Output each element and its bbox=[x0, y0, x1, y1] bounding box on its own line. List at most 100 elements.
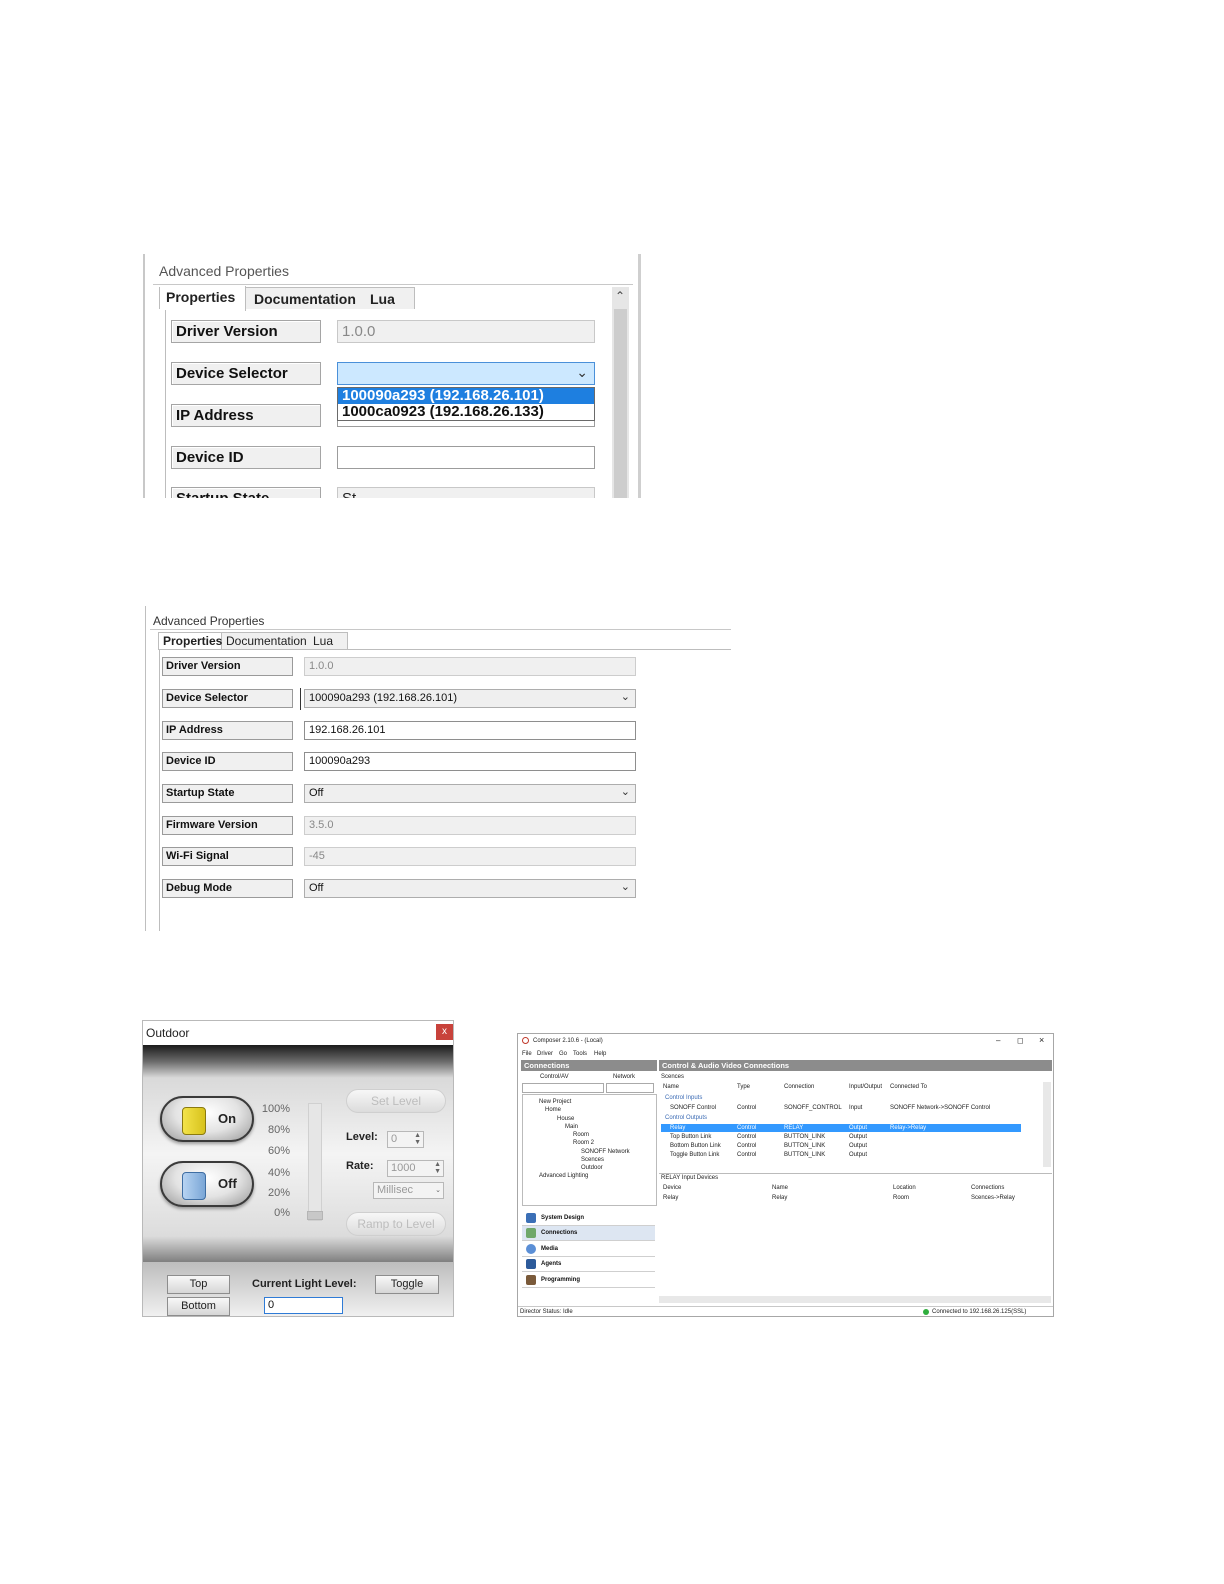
on-button[interactable]: On bbox=[160, 1096, 254, 1142]
chevron-down-icon[interactable]: ⌄ bbox=[435, 1187, 441, 1194]
tab-lua[interactable]: Lua bbox=[364, 288, 401, 310]
table-row[interactable] bbox=[661, 1133, 1021, 1141]
chevron-down-icon[interactable]: ⌄ bbox=[576, 364, 588, 381]
menu-driver[interactable]: Driver bbox=[537, 1051, 553, 1057]
device-selector-combobox[interactable]: 100090a293 (192.168.26.101) ⌄ bbox=[304, 689, 636, 708]
tab-lua[interactable]: Lua bbox=[309, 633, 337, 650]
nav-media[interactable]: Media bbox=[522, 1242, 655, 1257]
level-label: Level: bbox=[346, 1131, 378, 1143]
column-header[interactable]: Location bbox=[893, 1185, 916, 1191]
tree-item[interactable]: New Project bbox=[539, 1099, 571, 1105]
startup-state-combobox[interactable]: Off ⌄ bbox=[304, 784, 636, 803]
column-header[interactable]: Name bbox=[772, 1185, 788, 1191]
current-light-level-label: Current Light Level: bbox=[252, 1278, 357, 1290]
horizontal-scrollbar[interactable] bbox=[659, 1296, 1051, 1303]
spinner-arrows-icon[interactable]: ▲ ▼ bbox=[434, 1161, 441, 1175]
tick-label: 60% bbox=[267, 1145, 290, 1157]
nav-programming[interactable]: Programming bbox=[522, 1273, 655, 1288]
chevron-down-icon[interactable]: ⌄ bbox=[621, 880, 630, 893]
chevron-down-icon[interactable]: ⌄ bbox=[621, 785, 630, 798]
chevron-down-icon[interactable]: ⌄ bbox=[621, 690, 630, 703]
tab-properties[interactable]: Properties bbox=[159, 633, 222, 650]
spinner-arrows-icon[interactable]: ▲ ▼ bbox=[414, 1132, 421, 1146]
tree-toolbar[interactable] bbox=[606, 1083, 654, 1093]
tree-item[interactable]: House bbox=[557, 1116, 574, 1122]
column-header[interactable]: Connection bbox=[784, 1084, 814, 1090]
tab-control-av[interactable]: Control/AV bbox=[540, 1074, 569, 1080]
table-cell: Toggle Button Link bbox=[670, 1152, 720, 1158]
column-header[interactable]: Input/Output bbox=[849, 1084, 882, 1090]
startup-state-combobox[interactable]: St bbox=[337, 487, 595, 498]
rate-spinner[interactable]: 1000 ▲ ▼ bbox=[387, 1160, 444, 1177]
maximize-icon[interactable]: ◻ bbox=[1017, 1036, 1024, 1045]
level-slider-thumb[interactable] bbox=[307, 1211, 323, 1220]
tree-item[interactable]: Main bbox=[565, 1124, 578, 1130]
dropdown-option[interactable]: 1000ca0923 (192.168.26.133) bbox=[338, 404, 594, 420]
off-button[interactable]: Off bbox=[160, 1161, 254, 1207]
tree-item[interactable]: Scences bbox=[581, 1157, 604, 1163]
rate-unit-combobox[interactable]: Millisec ⌄ bbox=[373, 1182, 444, 1199]
set-level-button[interactable]: Set Level bbox=[346, 1089, 446, 1113]
debug-mode-combobox[interactable]: Off ⌄ bbox=[304, 879, 636, 898]
dropdown-option[interactable]: 100090a293 (192.168.26.101) bbox=[338, 388, 594, 404]
tree-item[interactable]: Home bbox=[545, 1107, 561, 1113]
device-id-field[interactable] bbox=[337, 446, 595, 469]
close-icon[interactable]: x bbox=[436, 1024, 453, 1040]
table-cell: Input bbox=[849, 1105, 863, 1111]
nav-system-design[interactable]: System Design bbox=[522, 1211, 655, 1226]
level-slider-track[interactable] bbox=[307, 1103, 323, 1221]
divider bbox=[659, 1173, 1052, 1174]
close-icon[interactable]: × bbox=[1039, 1035, 1044, 1045]
tab-documentation[interactable]: Documentation bbox=[222, 633, 311, 650]
vertical-scrollbar[interactable]: ⌃ bbox=[612, 287, 629, 498]
column-header[interactable]: Connections bbox=[971, 1185, 1004, 1191]
menu-help[interactable]: Help bbox=[594, 1051, 606, 1057]
scroll-thumb[interactable] bbox=[614, 309, 627, 498]
table-cell[interactable]: Room bbox=[893, 1195, 909, 1201]
menu-tools[interactable]: Tools bbox=[573, 1051, 587, 1057]
device-selector-value: 100090a293 (192.168.26.101) bbox=[309, 692, 458, 704]
tree-item[interactable]: Room bbox=[573, 1132, 589, 1138]
minimize-icon[interactable]: – bbox=[996, 1036, 1000, 1045]
tab-documentation[interactable]: Documentation bbox=[248, 288, 362, 310]
light-off-icon bbox=[182, 1172, 206, 1200]
chevron-up-icon[interactable]: ⌃ bbox=[615, 289, 625, 303]
bottom-button[interactable]: Bottom bbox=[167, 1297, 230, 1316]
nav-label: Media bbox=[541, 1246, 559, 1252]
group-label: Control Outputs bbox=[665, 1115, 708, 1121]
table-row[interactable] bbox=[661, 1124, 1021, 1132]
device-selector-label: Device Selector bbox=[162, 689, 293, 708]
tree-item[interactable]: SONOFF Network bbox=[581, 1149, 630, 1155]
tab-network[interactable]: Network bbox=[613, 1074, 635, 1080]
advanced-properties-dropdown-screenshot: Advanced Properties Properties Documenta… bbox=[143, 254, 641, 498]
tree-item[interactable]: Advanced Lighting bbox=[539, 1173, 588, 1179]
column-header[interactable]: Name bbox=[663, 1084, 679, 1090]
tree-item[interactable]: Room 2 bbox=[573, 1140, 594, 1146]
device-selector-combobox[interactable]: ⌄ bbox=[337, 362, 595, 385]
tab-properties[interactable]: Properties bbox=[160, 286, 246, 311]
divider bbox=[159, 650, 160, 931]
rate-value: 1000 bbox=[391, 1162, 416, 1174]
toggle-button[interactable]: Toggle bbox=[375, 1275, 439, 1294]
column-header[interactable]: Device bbox=[663, 1185, 681, 1191]
current-light-level-field[interactable]: 0 bbox=[264, 1297, 343, 1314]
vertical-scrollbar[interactable] bbox=[1043, 1082, 1051, 1167]
table-cell[interactable]: Relay bbox=[663, 1195, 678, 1201]
ramp-to-level-button[interactable]: Ramp to Level bbox=[346, 1212, 446, 1236]
nav-agents[interactable]: Agents bbox=[522, 1257, 655, 1272]
filter-combobox[interactable] bbox=[522, 1083, 604, 1093]
table-cell[interactable]: Relay bbox=[772, 1195, 787, 1201]
column-header[interactable]: Connected To bbox=[890, 1084, 927, 1090]
tree-item[interactable]: Outdoor bbox=[581, 1165, 603, 1171]
device-id-field[interactable]: 100090a293 bbox=[304, 752, 636, 771]
ip-address-field[interactable]: 192.168.26.101 bbox=[304, 721, 636, 740]
top-button[interactable]: Top bbox=[167, 1275, 230, 1294]
column-header[interactable]: Type bbox=[737, 1084, 750, 1090]
menu-file[interactable]: File bbox=[522, 1051, 532, 1057]
menu-go[interactable]: Go bbox=[559, 1051, 567, 1057]
nav-connections[interactable]: Connections bbox=[522, 1226, 655, 1241]
level-spinner[interactable]: 0 ▲ ▼ bbox=[387, 1131, 424, 1148]
panel-header: Advanced Properties bbox=[159, 263, 289, 279]
table-cell[interactable]: Scences->Relay bbox=[971, 1195, 1015, 1201]
connection-status: Connected to 192.168.26.125(SSL) bbox=[932, 1309, 1027, 1315]
